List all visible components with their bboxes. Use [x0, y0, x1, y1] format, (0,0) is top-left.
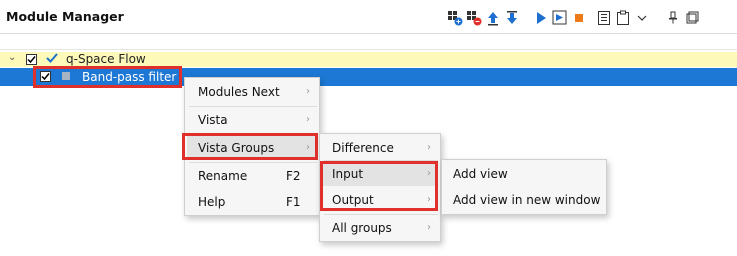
toolbar-gap [521, 8, 531, 28]
menu-item-add-view[interactable]: Add view [453, 167, 508, 181]
module-checkbox[interactable] [40, 71, 51, 82]
menu-separator [324, 214, 438, 215]
menu-item-help[interactable]: Help [198, 195, 225, 209]
more-dropdown-icon[interactable] [632, 8, 651, 28]
highlight-box-input-output [320, 161, 438, 211]
restore-icon[interactable] [682, 8, 701, 28]
tree-divider [0, 49, 737, 50]
run-icon[interactable] [531, 8, 550, 28]
header-divider [0, 33, 737, 34]
menu-item-modules-next[interactable]: Modules Next [198, 85, 280, 99]
shortcut-rename: F2 [286, 169, 301, 183]
stop-icon[interactable] [569, 8, 588, 28]
menu-item-all-groups[interactable]: All groups [332, 221, 392, 235]
menu-separator [189, 106, 317, 107]
chevron-right-icon: › [427, 222, 431, 233]
chevron-right-icon: › [306, 114, 310, 125]
move-up-icon[interactable] [483, 8, 502, 28]
shortcut-help: F1 [286, 195, 301, 209]
flow-checkbox[interactable] [26, 54, 37, 65]
chevron-right-icon: › [427, 142, 431, 153]
menu-item-add-view-new-window[interactable]: Add view in new window [453, 193, 600, 207]
toolbar [445, 7, 701, 29]
tree-item-module-label: Band-pass filter [82, 70, 177, 84]
chevron-down-icon[interactable]: ⌄ [8, 52, 16, 63]
module-status-icon [62, 72, 70, 80]
menu-item-vista[interactable]: Vista [198, 113, 228, 127]
panel-title: Module Manager [6, 9, 124, 24]
clipboard-icon[interactable] [613, 8, 632, 28]
add-module-icon[interactable] [445, 8, 464, 28]
toolbar-gap [651, 8, 663, 28]
highlight-box-vista-groups [182, 133, 318, 160]
tree-item-flow-label: q-Space Flow [66, 52, 146, 66]
remove-module-icon[interactable] [464, 8, 483, 28]
pin-icon[interactable] [663, 8, 682, 28]
submenu-input: Add view Add view in new window [441, 159, 607, 215]
chevron-right-icon: › [306, 86, 310, 97]
list-icon[interactable] [594, 8, 613, 28]
run-step-icon[interactable] [550, 8, 569, 28]
check-icon [46, 52, 58, 67]
menu-item-rename[interactable]: Rename [198, 169, 247, 183]
move-down-icon[interactable] [502, 8, 521, 28]
menu-separator [189, 162, 317, 163]
menu-item-difference[interactable]: Difference [332, 141, 394, 155]
